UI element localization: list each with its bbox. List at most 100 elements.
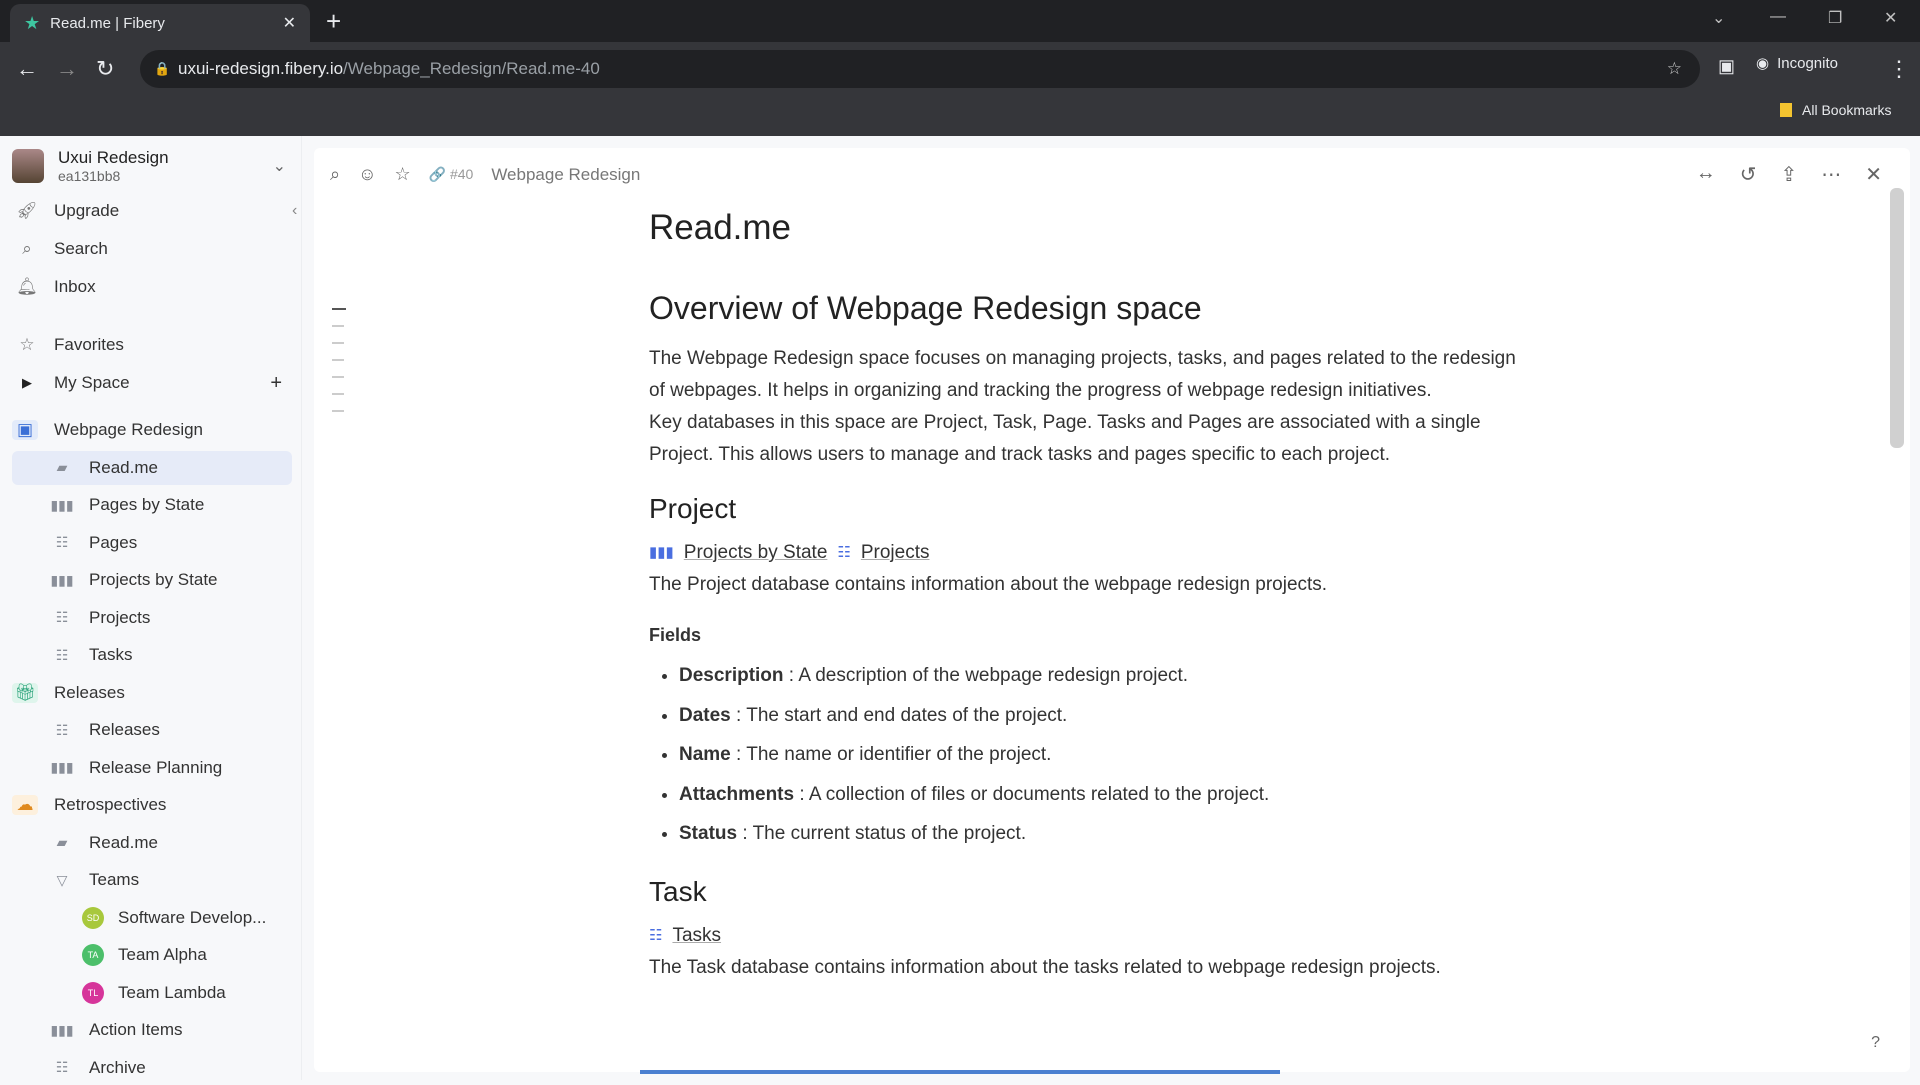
workspace-switcher[interactable]: Uxui Redesign ea131bb8 ⌄ bbox=[12, 148, 286, 184]
fibery-icon: ★ bbox=[24, 12, 41, 33]
sidebar-item-my-space[interactable]: ▶ My Space + bbox=[12, 366, 292, 400]
sidebar-item-upgrade[interactable]: 🚀︎ Upgrade bbox=[12, 194, 292, 228]
sidebar-item-projects[interactable]: ☷ Projects bbox=[12, 601, 292, 635]
sidebar-item-tasks[interactable]: ☷ Tasks bbox=[12, 638, 292, 672]
entity-id[interactable]: 🔗 #40 bbox=[429, 166, 474, 183]
more-icon[interactable]: ⋯ bbox=[1821, 162, 1841, 187]
space-icon: ☁ bbox=[12, 795, 38, 815]
lock-icon: 🔒 bbox=[154, 61, 171, 76]
collapse-sidebar-icon[interactable]: ‹ bbox=[292, 202, 297, 220]
sidebar-item-team-alpha[interactable]: TA Team Alpha bbox=[12, 938, 292, 972]
add-icon[interactable]: + bbox=[270, 372, 282, 395]
collapse-icon: ▽ bbox=[56, 871, 68, 888]
document-panel: ⌕ ☺ ☆ 🔗 #40 Webpage Redesign ↔ ↺ ⇪ ⋯ ✕ R… bbox=[314, 148, 1910, 1074]
sidebar-item-pages[interactable]: ☷ Pages bbox=[12, 526, 292, 560]
sidebar-item-label: Action Items bbox=[89, 1020, 183, 1039]
table-of-contents[interactable] bbox=[332, 308, 346, 427]
project-heading: Project bbox=[649, 493, 737, 524]
forward-button[interactable]: → bbox=[56, 56, 78, 82]
minimize-button[interactable]: — bbox=[1770, 8, 1786, 26]
sidebar-item-label: Inbox bbox=[54, 277, 96, 296]
share-icon[interactable]: ⇪ bbox=[1780, 162, 1797, 187]
window-close-button[interactable]: ✕ bbox=[1884, 8, 1897, 28]
sidebar-item-label: Team Alpha bbox=[118, 945, 207, 964]
sidebar-item-pages-by-state[interactable]: ▮▮▮ Pages by State bbox=[12, 488, 292, 522]
sidebar-item-label: Teams bbox=[89, 870, 140, 889]
bell-icon: 🔔︎ bbox=[16, 277, 38, 296]
sidebar-item-software-develop-[interactable]: SD Software Develop... bbox=[12, 901, 292, 935]
menu-icon[interactable]: ⋮ bbox=[1888, 56, 1910, 82]
board-view-icon: ▮▮▮ bbox=[50, 571, 74, 588]
document-toolbar: ⌕ ☺ ☆ 🔗 #40 Webpage Redesign bbox=[330, 164, 640, 185]
table-view-icon: ☷ bbox=[837, 544, 851, 561]
maximize-button[interactable]: ❐ bbox=[1828, 8, 1842, 28]
avatar bbox=[12, 149, 44, 183]
close-tab-icon[interactable]: ✕ bbox=[283, 13, 296, 33]
projects-by-state-link[interactable]: Projects by State bbox=[684, 537, 828, 569]
field-description: : The start and end dates of the project… bbox=[730, 704, 1068, 726]
sidebar-item-label: Webpage Redesign bbox=[54, 420, 204, 439]
scrollbar[interactable] bbox=[1890, 188, 1904, 448]
all-bookmarks[interactable]: All Bookmarks bbox=[1780, 102, 1891, 118]
address-bar[interactable]: 🔒 uxui-redesign.fibery.io/Webpage_Redesig… bbox=[140, 50, 1700, 88]
document-actions: ↔ ↺ ⇪ ⋯ ✕ bbox=[1696, 162, 1882, 187]
sidebar-item-teams[interactable]: ▽ Teams bbox=[12, 863, 292, 897]
board-view-icon: ▮▮▮ bbox=[649, 544, 674, 561]
favorite-star-icon[interactable]: ☆ bbox=[394, 164, 410, 185]
caret-right-icon: ▶ bbox=[22, 375, 32, 390]
reload-button[interactable]: ↻ bbox=[96, 56, 114, 82]
sidebar-item-action-items[interactable]: ▮▮▮ Action Items bbox=[12, 1013, 292, 1047]
side-panel-icon[interactable]: ▣ bbox=[1718, 56, 1735, 77]
sidebar-item-webpage-redesign[interactable]: ▣ Webpage Redesign bbox=[12, 413, 292, 447]
board-view-icon: ▮▮▮ bbox=[50, 1021, 74, 1038]
sidebar-item-projects-by-state[interactable]: ▮▮▮ Projects by State bbox=[12, 563, 292, 597]
sidebar-item-label: Pages bbox=[89, 532, 138, 552]
tasks-link[interactable]: Tasks bbox=[672, 920, 721, 952]
tab-search-icon[interactable]: ⌄ bbox=[1712, 8, 1725, 28]
profile-button[interactable]: ◉ Incognito bbox=[1756, 54, 1838, 73]
sidebar-item-search[interactable]: ⌕ Search bbox=[12, 232, 292, 266]
sidebar-item-team-lambda[interactable]: TL Team Lambda bbox=[12, 976, 292, 1010]
sidebar-item-retrospectives[interactable]: ☁ Retrospectives bbox=[12, 788, 292, 822]
sidebar-item-release-planning[interactable]: ▮▮▮ Release Planning bbox=[12, 751, 292, 785]
project-description: The Project database contains informatio… bbox=[649, 574, 1328, 595]
field-description: : The current status of the project. bbox=[737, 823, 1027, 844]
document-body[interactable]: Read.me Overview of Webpage Redesign spa… bbox=[649, 208, 1529, 984]
bookmark-star-icon[interactable]: ☆ bbox=[1667, 59, 1682, 79]
field-description: : The name or identifier of the project. bbox=[730, 744, 1052, 765]
sidebar-item-label: Read.me bbox=[89, 457, 158, 477]
workspace-id: ea131bb8 bbox=[58, 168, 121, 184]
sidebar-item-label: Archive bbox=[89, 1057, 146, 1077]
task-links: ☷ Tasks bbox=[649, 920, 1529, 952]
document-icon: ▰ bbox=[56, 834, 68, 850]
sidebar-item-label: Releases bbox=[89, 720, 160, 739]
sidebar-item-label: Projects bbox=[89, 607, 151, 627]
new-tab-button[interactable]: + bbox=[326, 6, 341, 37]
chevron-down-icon[interactable]: ⌄ bbox=[273, 156, 286, 176]
profile-label: Incognito bbox=[1777, 54, 1838, 72]
browser-tab[interactable]: ★ Read.me | Fibery ✕ bbox=[10, 4, 310, 42]
back-button[interactable]: ← bbox=[16, 56, 38, 82]
history-icon[interactable]: ↺ bbox=[1740, 162, 1757, 187]
sidebar-item-releases[interactable]: 🎁︎ Releases bbox=[12, 676, 292, 710]
url-path: /Webpage_Redesign/Read.me-40 bbox=[343, 59, 600, 78]
table-view-icon: ☷ bbox=[55, 609, 69, 625]
sidebar-item-favorites[interactable]: ☆ Favorites bbox=[12, 328, 292, 362]
field-name: Description bbox=[679, 665, 784, 686]
breadcrumb[interactable]: Webpage Redesign bbox=[491, 165, 640, 185]
table-view-icon: ☷ bbox=[55, 1059, 69, 1075]
sidebar-item-read-me[interactable]: ▰ Read.me bbox=[12, 450, 292, 485]
sidebar-item-archive[interactable]: ☷ Archive bbox=[12, 1051, 292, 1085]
sidebar-item-label: Upgrade bbox=[54, 201, 120, 220]
sidebar-item-releases[interactable]: ☷ Releases bbox=[12, 713, 292, 747]
sidebar-item-inbox[interactable]: 🔔︎ Inbox bbox=[12, 270, 292, 304]
sidebar-item-read-me[interactable]: ▰ Read.me bbox=[12, 826, 292, 860]
tab-title: Read.me | Fibery bbox=[50, 14, 165, 32]
projects-link[interactable]: Projects bbox=[861, 537, 930, 569]
sidebar-item-label: Search bbox=[54, 239, 108, 258]
expand-width-icon[interactable]: ↔ bbox=[1696, 162, 1716, 187]
emoji-icon[interactable]: ☺ bbox=[358, 164, 376, 185]
search-icon[interactable]: ⌕ bbox=[330, 164, 340, 185]
help-button[interactable]: ? bbox=[1871, 1034, 1880, 1052]
close-icon[interactable]: ✕ bbox=[1865, 162, 1882, 187]
